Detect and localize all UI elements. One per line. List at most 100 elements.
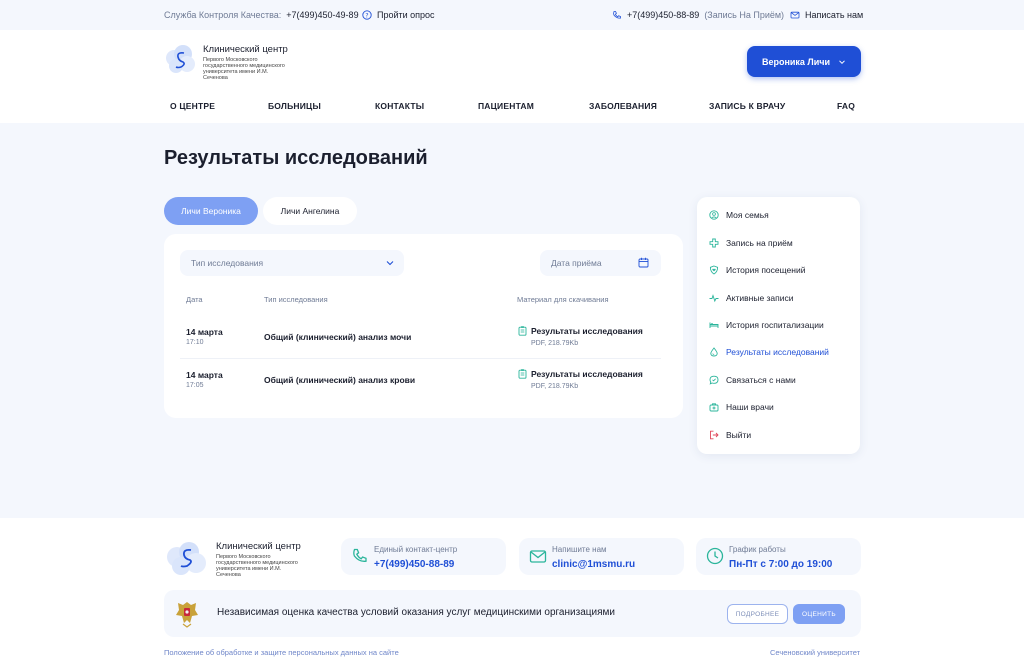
nav-appointment[interactable]: ЗАПИСЬ К ВРАЧУ: [709, 101, 785, 111]
document-icon: [518, 326, 527, 336]
sidebar-item-label: Результаты исследований: [726, 347, 829, 357]
contact-label: График работы: [729, 545, 786, 554]
nav-diseases[interactable]: ЗАБОЛЕВАНИЯ: [589, 101, 657, 111]
sidebar-item-label: Выйти: [726, 430, 752, 440]
sidebar-item-logout[interactable]: Выйти: [709, 428, 751, 442]
table-row: 14 марта 17:10 Общий (клинический) анали…: [180, 316, 661, 359]
contact-center-card[interactable]: Единый контакт-центр +7(499)450-88-89: [341, 538, 506, 575]
rate-button[interactable]: ОЦЕНИТЬ: [793, 604, 845, 624]
phone-icon: [353, 548, 367, 562]
email-card[interactable]: Напишите нам clinic@1msmu.ru: [519, 538, 684, 575]
nav-contacts[interactable]: КОНТАКТЫ: [375, 101, 424, 111]
drop-icon: [710, 347, 718, 357]
contact-label: Единый контакт-центр: [374, 545, 458, 554]
sidebar-item-appointment[interactable]: Запись на приём: [709, 236, 793, 250]
file-title: Результаты исследования: [531, 369, 643, 379]
sidebar-item-doctors[interactable]: Наши врачи: [709, 400, 774, 414]
medical-cross-icon: [709, 238, 719, 248]
write-us-label: Написать нам: [805, 10, 864, 20]
more-button[interactable]: ПОДРОБНЕЕ: [727, 604, 788, 624]
sidebar-item-label: Наши врачи: [726, 402, 774, 412]
sidebar-item-family[interactable]: Моя семья: [709, 208, 769, 222]
appointment-note: (Запись На Приём): [704, 10, 785, 20]
mail-icon: [790, 11, 800, 19]
appointment-phone: +7(499)450-88-89: [627, 10, 700, 20]
schedule-card: График работы Пн-Пт с 7:00 до 19:00: [696, 538, 861, 575]
contact-value: Пн-Пт с 7:00 до 19:00: [729, 559, 833, 570]
contact-value[interactable]: +7(499)450-88-89: [374, 559, 454, 570]
sidebar-item-label: Моя семья: [726, 210, 769, 220]
nav-hospitals[interactable]: БОЛЬНИЦЫ: [268, 101, 321, 111]
column-header-material: Материал для скачивания: [517, 295, 609, 304]
doctor-bag-icon: [709, 403, 719, 412]
sidebar-item-label: Связаться с нами: [726, 375, 796, 385]
patient-tab-angelina[interactable]: Личи Ангелина: [263, 197, 357, 225]
download-link[interactable]: Результаты исследования PDF, 218.79Kb: [518, 326, 643, 347]
file-meta: PDF, 218.79Kb: [531, 383, 579, 390]
main-nav: О ЦЕНТРЕ БОЛЬНИЦЫ КОНТАКТЫ ПАЦИЕНТАМ ЗАБ…: [0, 101, 1024, 115]
logo-mark-icon: [167, 542, 206, 575]
column-header-type: Тип исследования: [264, 295, 328, 304]
write-us-link[interactable]: Написать нам: [790, 10, 863, 20]
appointment-phone-link[interactable]: +7(499)450-88-89 (Запись На Приём): [612, 10, 784, 20]
table-row: 14 марта 17:05 Общий (клинический) анали…: [180, 359, 661, 402]
sidebar-item-active-records[interactable]: Активные записи: [709, 291, 794, 305]
row-time: 17:05: [186, 382, 204, 389]
row-date: 14 марта: [186, 327, 223, 337]
contact-label: Напишите нам: [552, 545, 607, 554]
question-icon: ?: [362, 10, 372, 20]
calendar-icon[interactable]: [638, 257, 649, 268]
coat-of-arms-icon: [176, 602, 198, 628]
row-type: Общий (клинический) анализ крови: [264, 375, 416, 385]
quality-service[interactable]: Служба Контроля Качества: +7(499)450-49-…: [164, 10, 359, 20]
sidebar-item-label: Запись на приём: [726, 238, 793, 248]
survey-link[interactable]: ? Пройти опрос: [362, 10, 435, 20]
research-type-placeholder: Тип исследования: [191, 258, 264, 268]
date-picker-field[interactable]: Дата приёма: [540, 250, 661, 276]
contact-value[interactable]: clinic@1msmu.ru: [552, 559, 635, 570]
row-type: Общий (клинический) анализ мочи: [264, 332, 412, 342]
document-icon: [518, 369, 527, 379]
footer-logo[interactable]: Клинический центр Первого Московского го…: [164, 541, 306, 578]
chevron-down-icon: [839, 59, 845, 64]
sidebar-item-contact[interactable]: Связаться с нами: [709, 373, 796, 387]
user-menu-button[interactable]: Вероника Личи: [747, 46, 861, 77]
results-card: Тип исследования Дата приёма Дата Тип ис…: [164, 234, 683, 418]
footer-logo-title: Клинический центр: [216, 541, 301, 552]
logo[interactable]: Клинический центр Первого Московского го…: [164, 44, 293, 81]
sidebar-item-visits-history[interactable]: История посещений: [709, 263, 805, 277]
top-strip: Служба Контроля Качества: +7(499)450-49-…: [0, 0, 1024, 30]
download-link[interactable]: Результаты исследования PDF, 218.79Kb: [518, 369, 643, 390]
chat-icon: [709, 375, 719, 385]
sidebar-item-hospitalization[interactable]: История госпитализации: [709, 318, 824, 332]
quality-label: Служба Контроля Качества:: [164, 10, 282, 20]
phone-icon: [613, 11, 621, 19]
quality-rating-banner: Независимая оценка качества условий оказ…: [164, 590, 861, 637]
footer-logo-subtitle: Первого Московского государственного мед…: [216, 554, 298, 578]
survey-label: Пройти опрос: [377, 10, 435, 20]
svg-text:?: ?: [365, 12, 368, 19]
row-date: 14 марта: [186, 370, 223, 380]
file-meta: PDF, 218.79Kb: [531, 340, 579, 347]
logout-icon: [710, 430, 719, 440]
nav-patients[interactable]: ПАЦИЕНТАМ: [478, 101, 534, 111]
quality-phone[interactable]: +7(499)450-49-89: [286, 10, 358, 20]
sidebar-item-results[interactable]: Результаты исследований: [709, 345, 829, 359]
patient-tab-veronika[interactable]: Личи Вероника: [164, 197, 258, 225]
logo-title: Клинический центр: [203, 44, 288, 55]
research-type-select[interactable]: Тип исследования: [180, 250, 404, 276]
mail-icon: [529, 550, 547, 563]
column-header-date: Дата: [186, 295, 203, 304]
bed-icon: [709, 322, 719, 328]
sidebar-item-label: Активные записи: [726, 293, 794, 303]
sidebar-item-label: История госпитализации: [726, 320, 824, 330]
nav-about[interactable]: О ЦЕНТРЕ: [170, 101, 215, 111]
university-link[interactable]: Сеченовский университет: [770, 648, 860, 657]
logo-subtitle: Первого Московского государственного мед…: [203, 57, 285, 81]
file-title: Результаты исследования: [531, 326, 643, 336]
privacy-policy-link[interactable]: Положение об обработке и защите персонал…: [164, 648, 399, 657]
family-icon: [709, 210, 719, 220]
clock-icon: [706, 547, 724, 565]
nav-faq[interactable]: FAQ: [837, 101, 855, 111]
row-time: 17:10: [186, 339, 204, 346]
